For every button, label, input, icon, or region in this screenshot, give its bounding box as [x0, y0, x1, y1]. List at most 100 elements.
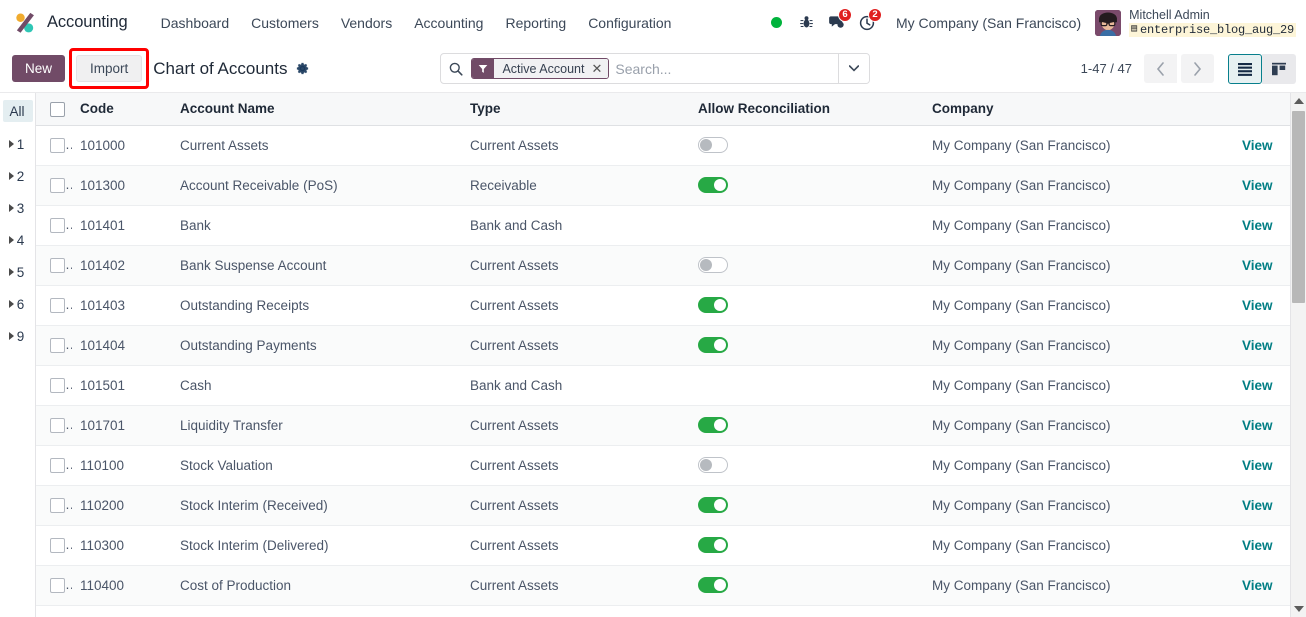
scrollbar-track[interactable]	[1291, 109, 1306, 601]
table-row[interactable]: 110200 Stock Interim (Received) Current As…	[36, 485, 1306, 526]
sidebar-item-1[interactable]: 1	[0, 128, 35, 160]
sidebar-item-4[interactable]: 4	[0, 224, 35, 256]
view-link[interactable]: View	[1242, 498, 1273, 513]
company-switcher[interactable]: My Company (San Francisco)	[896, 15, 1081, 31]
row-checkbox[interactable]	[50, 177, 65, 193]
cell-allow-reconciliation	[690, 485, 924, 526]
allow-reconciliation-toggle[interactable]	[698, 537, 728, 554]
activities-button[interactable]: 2	[852, 7, 882, 38]
row-checkbox[interactable]	[50, 337, 65, 353]
debug-menu-button[interactable]	[792, 8, 822, 38]
view-link[interactable]: View	[1242, 218, 1273, 233]
expand-caret-icon[interactable]	[8, 204, 14, 212]
menu-configuration[interactable]: Configuration	[577, 9, 682, 37]
table-row[interactable]: 101300 Account Receivable (PoS) Receivable…	[36, 165, 1306, 206]
sidebar-item-5[interactable]: 5	[0, 256, 35, 288]
column-type[interactable]: Type	[462, 93, 690, 126]
sidebar-item-2[interactable]: 2	[0, 160, 35, 192]
table-row[interactable]: 101401 Bank Bank and Cash My Company (San F…	[36, 205, 1306, 246]
table-row[interactable]: 110100 Stock Valuation Current Assets My Co…	[36, 445, 1306, 486]
menu-accounting[interactable]: Accounting	[403, 9, 494, 37]
view-link[interactable]: View	[1242, 538, 1273, 553]
allow-reconciliation-toggle[interactable]	[698, 417, 728, 434]
bug-icon	[800, 16, 814, 28]
cell-allow-reconciliation	[690, 445, 924, 486]
expand-caret-icon[interactable]	[8, 172, 14, 180]
view-link[interactable]: View	[1242, 258, 1273, 273]
row-checkbox[interactable]	[50, 257, 65, 273]
view-link[interactable]: View	[1242, 458, 1273, 473]
sidebar-item-3[interactable]: 3	[0, 192, 35, 224]
sidebar-item-all[interactable]: All	[3, 100, 33, 122]
table-row[interactable]: 101000 Current Assets Current Assets My Com…	[36, 125, 1306, 166]
search-facet-remove-icon[interactable]: ✕	[591, 59, 609, 78]
scroll-up-button[interactable]	[1291, 93, 1306, 109]
sidebar-item-6[interactable]: 6	[0, 288, 35, 320]
row-checkbox[interactable]	[50, 537, 65, 553]
table-row[interactable]: 110400 Cost of Production Current Assets My…	[36, 565, 1306, 606]
search-dropdown-toggle[interactable]	[838, 54, 870, 83]
allow-reconciliation-toggle[interactable]	[698, 577, 728, 594]
allow-reconciliation-toggle[interactable]	[698, 337, 728, 354]
view-kanban-button[interactable]	[1262, 53, 1296, 84]
scroll-down-button[interactable]	[1291, 601, 1306, 617]
view-link[interactable]: View	[1242, 178, 1273, 193]
column-company[interactable]: Company	[924, 93, 1234, 126]
row-checkbox[interactable]	[50, 417, 65, 433]
row-checkbox[interactable]	[50, 497, 65, 513]
table-body: 101000 Current Assets Current Assets My Com…	[36, 125, 1306, 606]
pager-next-button[interactable]	[1181, 54, 1214, 83]
table-row[interactable]: 101404 Outstanding Payments Current Assets…	[36, 325, 1306, 366]
column-allow-reconciliation[interactable]: Allow Reconciliation	[690, 93, 924, 126]
row-checkbox[interactable]	[50, 137, 65, 153]
menu-reporting[interactable]: Reporting	[494, 9, 577, 37]
view-link[interactable]: View	[1242, 578, 1273, 593]
brand-block[interactable]: Accounting	[12, 10, 128, 36]
scrollbar-thumb[interactable]	[1292, 111, 1305, 303]
control-panel-right: 1-47 / 47	[1081, 53, 1296, 84]
view-list-button[interactable]	[1228, 53, 1262, 84]
expand-caret-icon[interactable]	[8, 236, 14, 244]
view-link[interactable]: View	[1242, 338, 1273, 353]
allow-reconciliation-toggle[interactable]	[698, 257, 728, 274]
view-settings-button[interactable]	[295, 61, 310, 76]
table-row[interactable]: 101403 Outstanding Receipts Current Assets…	[36, 285, 1306, 326]
view-link[interactable]: View	[1242, 378, 1273, 393]
sidebar-item-9[interactable]: 9	[0, 320, 35, 352]
view-link[interactable]: View	[1242, 298, 1273, 313]
search-input[interactable]	[615, 54, 839, 83]
column-code[interactable]: Code	[72, 93, 172, 126]
menu-vendors[interactable]: Vendors	[330, 9, 403, 37]
allow-reconciliation-toggle[interactable]	[698, 457, 728, 474]
menu-customers[interactable]: Customers	[240, 9, 330, 37]
row-checkbox[interactable]	[50, 377, 65, 393]
messages-button[interactable]: 6	[822, 7, 852, 38]
row-checkbox[interactable]	[50, 297, 65, 313]
expand-caret-icon[interactable]	[8, 332, 14, 340]
row-checkbox[interactable]	[50, 457, 65, 473]
table-row[interactable]: 110300 Stock Interim (Delivered) Current A…	[36, 525, 1306, 566]
vertical-scrollbar[interactable]	[1290, 93, 1306, 617]
search-facet-active-account[interactable]: Active Account ✕	[471, 58, 610, 79]
new-button[interactable]: New	[12, 55, 66, 82]
allow-reconciliation-toggle[interactable]	[698, 497, 728, 514]
expand-caret-icon[interactable]	[8, 268, 14, 276]
user-menu[interactable]: Mitchell Admin ▤ enterprise_blog_aug_29	[1095, 8, 1296, 37]
view-link[interactable]: View	[1242, 418, 1273, 433]
row-checkbox[interactable]	[50, 577, 65, 593]
row-checkbox[interactable]	[50, 217, 65, 233]
column-account-name[interactable]: Account Name	[172, 93, 462, 126]
allow-reconciliation-toggle[interactable]	[698, 137, 728, 154]
expand-caret-icon[interactable]	[8, 300, 14, 308]
allow-reconciliation-toggle[interactable]	[698, 297, 728, 314]
pager-previous-button[interactable]	[1144, 54, 1177, 83]
expand-caret-icon[interactable]	[8, 140, 14, 148]
import-button[interactable]: Import	[76, 55, 143, 82]
menu-dashboard[interactable]: Dashboard	[150, 9, 241, 37]
table-row[interactable]: 101402 Bank Suspense Account Current Asset…	[36, 245, 1306, 286]
view-link[interactable]: View	[1242, 138, 1273, 153]
table-row[interactable]: 101701 Liquidity Transfer Current Assets My…	[36, 405, 1306, 446]
allow-reconciliation-toggle[interactable]	[698, 177, 728, 194]
select-all-checkbox[interactable]	[50, 101, 65, 117]
table-row[interactable]: 101501 Cash Bank and Cash My Company (San F…	[36, 365, 1306, 406]
